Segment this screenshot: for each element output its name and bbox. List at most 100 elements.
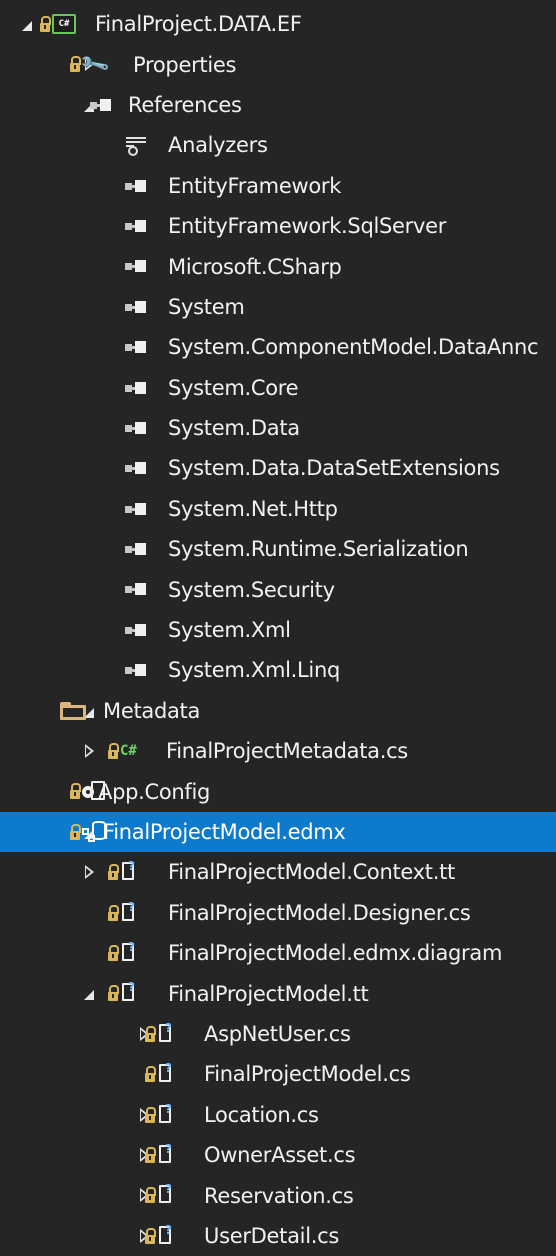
tree-item-label: System.Xml [168,618,291,643]
tree-item-label: Location.cs [204,1102,319,1127]
tree-item-label: Analyzers [168,133,268,158]
item-icon-group: ? [145,1175,175,1215]
reference-icon [125,421,147,434]
tree-item[interactable]: ? FinalProjectModel.Context.tt [0,852,556,892]
tree-item-label: App.Config [98,779,211,804]
item-icon-group [90,85,112,125]
tree-item-label: EntityFramework.SqlServer [168,214,447,239]
item-icon-group: C# [108,731,144,771]
analyzer-icon [125,134,147,157]
reference-icon [125,260,147,273]
tree-item[interactable]: Analyzers [0,125,556,165]
folder-icon [60,701,86,720]
tree-item-label: Properties [133,52,237,77]
csharp-project-icon: C# [52,14,76,34]
lock-icon [70,783,81,800]
tree-item[interactable]: System.Data.DataSetExtensions [0,448,556,488]
tree-item[interactable]: EntityFramework.SqlServer [0,206,556,246]
tree-item-label: FinalProjectModel.Designer.cs [168,900,471,925]
tree-item-label: FinalProjectModel.cs [204,1062,411,1087]
tree-item[interactable]: System [0,287,556,327]
lock-icon [70,823,81,840]
reference-icon [90,98,112,111]
tree-item-label: FinalProjectMetadata.cs [166,739,408,764]
tree-item-label: System.Net.Http [168,496,338,521]
lock-icon [108,904,119,921]
tree-item-label: OwnerAsset.cs [204,1143,356,1168]
tree-item-label: AspNetUser.cs [204,1021,351,1046]
tree-item[interactable]: App.Config [0,771,556,811]
tree-item[interactable]: ? UserDetail.cs [0,1216,556,1256]
tree-item[interactable]: FinalProjectModel.edmx [0,811,556,853]
tree-item[interactable]: System.ComponentModel.DataAnnc [0,327,556,367]
collapse-arrow-icon[interactable] [80,973,98,1013]
item-icon-group: ? [145,1014,175,1054]
reference-icon [125,583,147,596]
tree-item-label: System.Data.DataSetExtensions [168,456,500,481]
tree-item[interactable]: ? Location.cs [0,1095,556,1135]
tree-item-label: FinalProjectModel.Context.tt [168,860,455,885]
reference-icon [125,300,147,313]
tree-item-label: System.Xml.Linq [168,658,341,683]
tree-item[interactable]: System.Net.Http [0,489,556,529]
item-icon-group: ? [108,973,138,1013]
expand-arrow-icon[interactable] [80,852,98,892]
tree-item-label: System.ComponentModel.DataAnnc [168,335,539,360]
tree-item[interactable]: ? FinalProjectModel.cs [0,1054,556,1094]
collapse-arrow-icon[interactable] [18,4,36,44]
tree-item[interactable]: 🔧 Properties [0,44,556,84]
tree-item[interactable]: Metadata [0,691,556,731]
tree-item[interactable]: System.Runtime.Serialization [0,529,556,569]
tree-item[interactable]: ? FinalProjectModel.tt [0,973,556,1013]
item-icon-group: ? [108,852,138,892]
lock-icon [40,16,51,32]
tree-item-label: Reservation.cs [204,1183,354,1208]
item-icon-group [125,125,147,165]
lock-icon [108,944,119,961]
text-template-icon: ? [157,1182,175,1206]
item-icon-group [125,206,147,246]
tree-item-label: System.Core [168,375,299,400]
tree-item[interactable]: System.Xml [0,610,556,650]
tree-item[interactable]: References [0,85,556,125]
tree-item[interactable]: System.Data [0,408,556,448]
tree-item[interactable]: ? AspNetUser.cs [0,1014,556,1054]
text-template-icon: ? [157,1142,175,1166]
item-icon-group [125,529,147,569]
tree-item[interactable]: EntityFramework [0,166,556,206]
text-template-icon: ? [157,1021,175,1045]
tree-item[interactable]: System.Xml.Linq [0,650,556,690]
reference-icon [125,341,147,354]
item-icon-group: ? [145,1095,175,1135]
tree-item-label: System.Security [168,577,335,602]
lock-icon [108,864,119,881]
item-icon-group [125,650,147,690]
tree-item[interactable]: System.Core [0,368,556,408]
tree-item[interactable]: System.Security [0,569,556,609]
tree-item[interactable]: ? Reservation.cs [0,1175,556,1215]
tree-item[interactable]: ? FinalProjectModel.Designer.cs [0,893,556,933]
tree-item[interactable]: ? OwnerAsset.cs [0,1135,556,1175]
item-icon-group [125,327,147,367]
tree-item-label: System.Data [168,416,300,441]
tree-item[interactable]: ? FinalProjectModel.edmx.diagram [0,933,556,973]
lock-icon [108,743,119,760]
tree-item[interactable]: C# FinalProjectMetadata.cs [0,731,556,771]
reference-icon [125,179,147,192]
csharp-file-icon: C# [120,743,137,760]
tree-item-label: UserDetail.cs [204,1223,339,1248]
tree-item-label: System.Runtime.Serialization [168,537,469,562]
item-icon-group: ? [108,893,138,933]
text-template-icon: ? [157,1061,175,1085]
reference-icon [125,381,147,394]
text-template-icon: ? [120,859,138,883]
item-icon-group [125,287,147,327]
tree-item-label: Microsoft.CSharp [168,254,342,279]
item-icon-group [125,610,147,650]
tree-item[interactable]: C# FinalProject.DATA.EF [0,4,556,44]
tree-item[interactable]: Microsoft.CSharp [0,246,556,286]
expand-arrow-icon[interactable] [80,731,98,771]
lock-icon [108,985,119,1002]
tree-item-label: FinalProject.DATA.EF [95,12,302,37]
reference-icon [125,543,147,556]
